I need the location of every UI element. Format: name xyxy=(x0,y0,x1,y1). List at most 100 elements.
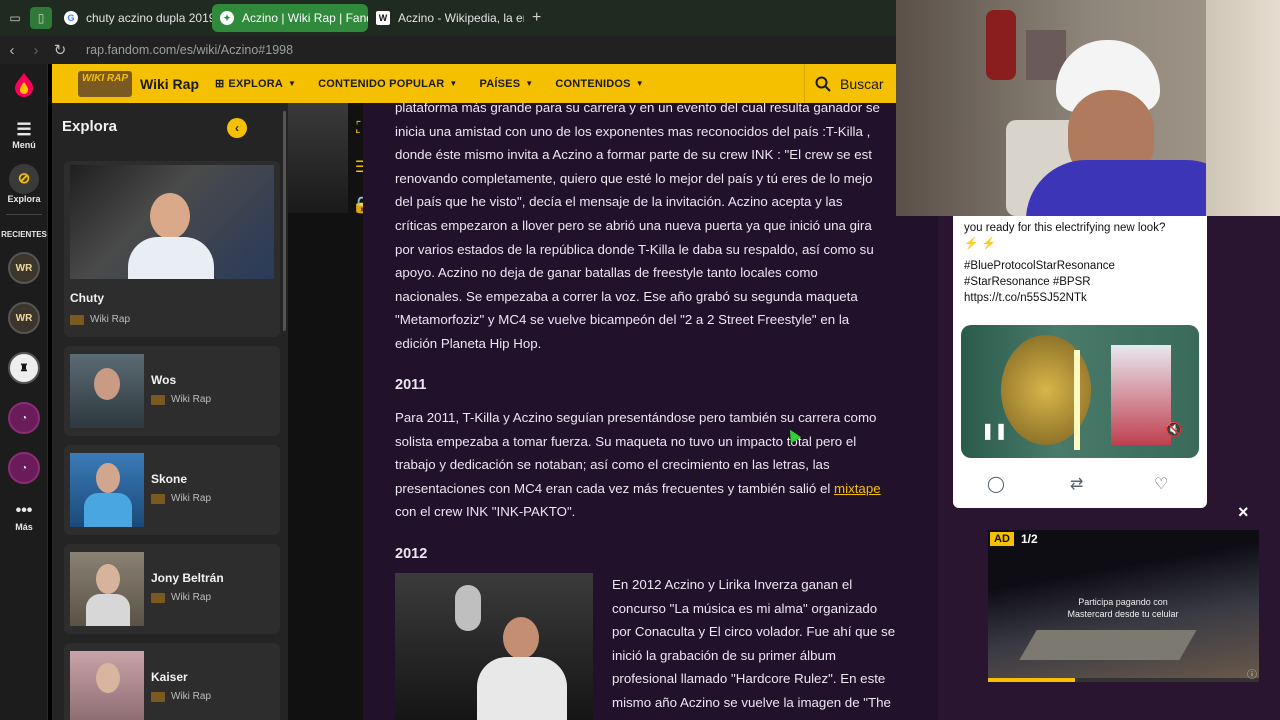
wiki-rap-icon xyxy=(70,314,84,325)
nav-paises[interactable]: PAÍSES ▼ xyxy=(480,78,534,90)
nav-explora[interactable]: ⊞ EXPLORA ▼ xyxy=(215,77,296,91)
nav-contenido-popular[interactable]: CONTENIDO POPULAR ▼ xyxy=(318,78,457,90)
url-field[interactable]: rap.fandom.com/es/wiki/Aczino#1998 xyxy=(86,43,293,57)
explora-card-jony-beltran[interactable]: Jony Beltrán Wiki Rap xyxy=(64,544,280,634)
nav-label: CONTENIDOS xyxy=(555,77,631,90)
shirt-shape xyxy=(477,657,567,720)
recent-wiki-2[interactable]: WR xyxy=(0,302,48,334)
nav-contenidos[interactable]: CONTENIDOS ▼ xyxy=(555,78,643,90)
text-line: edición Planeta Hip Hop. xyxy=(395,335,542,351)
video-ad[interactable]: AD 1/2 Participa pagando con Mastercard … xyxy=(988,530,1259,682)
menu-label: Menú xyxy=(12,140,36,150)
explora-card-kaiser[interactable]: Kaiser Wiki Rap xyxy=(64,643,280,720)
card-wiki: Wiki Rap xyxy=(151,493,211,504)
card-image xyxy=(70,552,144,626)
fandom-global-rail: ☰ Menú ⊘ Explora RECIENTES WR WR ♜ ◔ ◔ •… xyxy=(0,64,48,720)
ad-badge: AD xyxy=(990,532,1014,546)
card-wiki: Wiki Rap xyxy=(70,314,130,325)
face-shape xyxy=(150,193,190,239)
compass-icon: ⊘ xyxy=(9,164,39,194)
face-shape xyxy=(96,663,120,693)
reply-icon[interactable]: ◯ xyxy=(987,474,1005,494)
text-line: presentaciones con MC4 eran cada vez más… xyxy=(395,477,910,501)
card-wiki-label: Wiki Rap xyxy=(171,592,212,603)
info-icon[interactable]: ⓘ xyxy=(1247,666,1257,681)
search-button[interactable]: Buscar xyxy=(804,64,900,103)
wiki-logo[interactable]: WIKI RAP xyxy=(78,70,132,97)
tab-google[interactable]: G chuty aczino dupla 2019 - xyxy=(56,4,212,32)
text-line: trabajo y dedicación se notaban; así com… xyxy=(395,457,830,473)
menu-button[interactable]: ☰ Menú xyxy=(0,120,48,150)
card-image xyxy=(70,354,144,428)
recent-wiki-5[interactable]: ◔ xyxy=(0,452,48,484)
wiki-avatar-icon: WR xyxy=(8,302,40,334)
like-icon[interactable]: ♡ xyxy=(1154,474,1168,494)
text-line: mismo año Aczino se vuelve la imagen de … xyxy=(612,694,891,710)
paragraph-1: plataforma más grande para su carrera y … xyxy=(395,103,910,356)
side-tools-strip: ⛶ ☰ 🔒 xyxy=(288,103,372,720)
text-line: nacionales. Se empezaba a correr la voz.… xyxy=(395,288,858,304)
fandom-avatar-icon: ◔ xyxy=(8,452,40,484)
jacket-shape xyxy=(84,493,132,527)
card-name: Kaiser xyxy=(151,670,188,684)
nav-label: EXPLORA xyxy=(228,77,283,90)
card-image xyxy=(70,651,144,720)
tab-actions-icon[interactable]: ▭ xyxy=(4,7,26,29)
tab-fandom-active[interactable]: ✦ Aczino | Wiki Rap | Fando xyxy=(212,4,368,32)
forward-icon[interactable]: › xyxy=(24,42,48,59)
collapse-panel-button[interactable]: ‹ xyxy=(227,118,247,138)
fandom-logo-icon[interactable] xyxy=(0,72,48,100)
text-line: del país que he visto", decía el mensaje… xyxy=(395,194,843,210)
text-span: presentaciones con MC4 eran cada vez más… xyxy=(395,480,831,496)
tab-wikipedia[interactable]: W Aczino - Wikipedia, la enc xyxy=(368,4,524,32)
explora-button[interactable]: ⊘ Explora xyxy=(0,164,48,204)
tweet-link[interactable]: https://t.co/n55SJ52NTk xyxy=(964,290,1200,306)
ad-text: Participa pagando con Mastercard desde t… xyxy=(1048,596,1198,620)
embedded-tweet[interactable]: you ready for this electrifying new look… xyxy=(953,208,1207,508)
chevron-down-icon: ▼ xyxy=(525,79,534,88)
text-line: En 2012 Aczino y Lirika Inverza ganan el xyxy=(612,577,853,592)
workspace-tab-icon[interactable]: ▯ xyxy=(30,7,52,29)
more-button[interactable]: ••• Más xyxy=(0,503,48,533)
recent-wiki-1[interactable]: WR xyxy=(0,252,48,284)
aczino-photo[interactable] xyxy=(395,573,593,720)
card-wiki-label: Wiki Rap xyxy=(90,314,131,325)
nav-label: CONTENIDO POPULAR xyxy=(318,77,445,90)
explora-card-chuty[interactable]: Chuty Wiki Rap xyxy=(64,161,280,337)
wikipedia-icon: W xyxy=(376,11,390,25)
tweet-video[interactable]: ❚❚ 🔇 xyxy=(961,325,1199,458)
explora-label: Explora xyxy=(7,194,41,204)
recent-wiki-3[interactable]: ♜ xyxy=(0,352,48,384)
text-line: profesional llamado "Hardcore Rulez". En… xyxy=(612,671,886,687)
curtain-shape xyxy=(1206,0,1280,216)
new-tab-button[interactable]: + xyxy=(524,4,549,32)
ad-text-line: Mastercard desde tu celular xyxy=(1067,609,1179,619)
card-name: Wos xyxy=(151,373,177,387)
light-beam-shape xyxy=(1074,350,1080,450)
wiki-name[interactable]: Wiki Rap xyxy=(140,76,199,92)
mixtape-link[interactable]: mixtape xyxy=(834,481,881,496)
card-wiki-label: Wiki Rap xyxy=(171,394,212,405)
mute-icon[interactable]: 🔇 xyxy=(1165,421,1182,438)
text-line: inicia una amistad con uno de los expone… xyxy=(395,123,871,139)
screen: ▭ ▯ G chuty aczino dupla 2019 - ✦ Aczino… xyxy=(0,0,1280,720)
recent-wiki-4[interactable]: ◔ xyxy=(0,402,48,434)
explora-card-wos[interactable]: Wos Wiki Rap xyxy=(64,346,280,436)
search-icon xyxy=(815,76,831,92)
pause-icon[interactable]: ❚❚ xyxy=(981,421,1008,441)
explora-title: Explora xyxy=(62,118,118,135)
tweet-hashtag[interactable]: #BlueProtocolStarResonance xyxy=(964,258,1200,274)
tweet-hashtag[interactable]: #StarResonance #BPSR xyxy=(964,274,1200,290)
thumbnail-image[interactable] xyxy=(288,103,348,213)
retweet-icon[interactable]: ⇄ xyxy=(1070,474,1083,494)
back-icon[interactable]: ‹ xyxy=(0,42,24,59)
tweet-text: you ready for this electrifying new look… xyxy=(964,220,1200,306)
explora-scrollbar[interactable] xyxy=(283,111,286,331)
wiki-rap-icon xyxy=(151,394,165,405)
card-wiki: Wiki Rap xyxy=(151,394,211,405)
reload-icon[interactable]: ↻ xyxy=(48,41,72,59)
ad-progress-fill xyxy=(988,678,1075,682)
close-ad-icon[interactable]: × xyxy=(1238,502,1249,523)
explora-card-skone[interactable]: Skone Wiki Rap xyxy=(64,445,280,535)
fandom-icon: ✦ xyxy=(220,11,234,25)
